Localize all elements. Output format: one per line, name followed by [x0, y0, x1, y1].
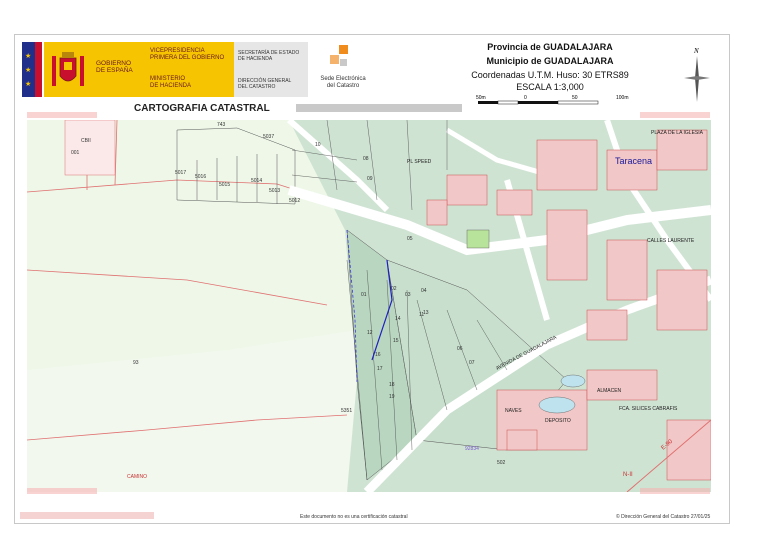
- municipio-title: Municipio de GUADALAJARA: [486, 56, 614, 66]
- footer-disclaimer: Este documento no es una certificación c…: [300, 514, 408, 520]
- redacted-reference: [296, 104, 462, 112]
- gobierno-label: GOBIERNO DE ESPAÑA: [96, 60, 133, 74]
- place-label: PLAZA DE LA IGLESIA: [651, 130, 704, 136]
- scale-label: ESCALA 1:3,000: [516, 82, 584, 92]
- svg-text:★: ★: [25, 52, 31, 60]
- parcel-label: 5013: [269, 188, 280, 194]
- redacted-mark: [640, 488, 710, 494]
- place-label: N-II: [623, 472, 633, 478]
- parcel-label: 5012: [289, 198, 300, 204]
- parcel-label: 04: [421, 288, 427, 294]
- parcel-label: 08: [363, 156, 369, 162]
- scale-tick-label: 100m: [616, 95, 629, 101]
- redacted-mark: [27, 488, 97, 494]
- parcel-label: CBII: [81, 138, 91, 144]
- parcel-label: 05: [407, 236, 413, 242]
- provincia-title: Provincia de GUADALAJARA: [487, 42, 613, 52]
- place-label: CALLES LAURENTE: [647, 238, 695, 244]
- place-label: CAMINO: [127, 474, 147, 480]
- parcel-label: 19: [389, 394, 395, 400]
- svg-text:★: ★: [25, 80, 31, 88]
- parcel-label: 001: [71, 150, 80, 156]
- scale-tick-label: 50: [572, 95, 578, 101]
- parcel-label: 06: [457, 346, 463, 352]
- parcel-label: 5351: [341, 408, 352, 414]
- parcel-label: 09: [367, 176, 373, 182]
- svg-text:★: ★: [25, 66, 31, 74]
- cadastral-map[interactable]: Taracena PLAZA DE LA IGLESIA PL SPEED CA…: [27, 120, 711, 492]
- parcel-label: 743: [217, 122, 226, 128]
- parcel-label: 502: [497, 460, 506, 466]
- north-label: N: [693, 47, 699, 55]
- redacted-footer-reference: [20, 512, 154, 519]
- parcel-label: 18: [389, 382, 395, 388]
- place-label: PL SPEED: [407, 159, 432, 165]
- scale-tick-label: 0: [524, 95, 527, 101]
- redacted-mark: [640, 112, 710, 118]
- parcel-label: 03: [405, 292, 411, 298]
- secretaria-label: SECRETARÍA DE ESTADO DE HACIENDA: [238, 50, 300, 62]
- place-label: ALMACEN: [597, 388, 622, 394]
- sede-catastro-icon: [330, 45, 348, 66]
- scale-tick-label: 50m: [476, 95, 486, 101]
- map-canvas: Taracena PLAZA DE LA IGLESIA PL SPEED CA…: [27, 120, 711, 492]
- place-label: NAVES: [505, 408, 522, 414]
- direccion-label: DIRECCIÓN GENERAL DEL CATASTRO: [238, 78, 292, 90]
- parcel-label: 16: [375, 352, 381, 358]
- place-label: DEPOSITO: [545, 418, 571, 424]
- parcel-label: 14: [395, 316, 401, 322]
- scale-bar: 50m 0 50 100m: [476, 95, 629, 105]
- parcel-label: 5017: [175, 170, 186, 176]
- parcel-label: 07: [469, 360, 475, 366]
- page-title: CARTOGRAFIA CATASTRAL: [134, 103, 270, 114]
- parcel-label: 13: [423, 310, 429, 316]
- coat-of-arms-icon: [52, 52, 84, 86]
- spain-flag-strip: ★ ★ ★: [22, 42, 42, 97]
- parcel-label: 5016: [195, 174, 206, 180]
- parcel-label: 12: [367, 330, 373, 336]
- vicepresidencia-label: VICEPRESIDENCIA PRIMERA DEL GOBIERNO: [150, 48, 225, 61]
- parcel-label: 5015: [219, 182, 230, 188]
- parcel-label: 10: [315, 142, 321, 148]
- redacted-mark: [27, 112, 97, 118]
- parcel-label: 01: [361, 292, 367, 298]
- place-label: Taracena: [615, 156, 652, 166]
- parcel-label: 02: [391, 286, 397, 292]
- parcel-label: 5014: [251, 178, 262, 184]
- sede-label: Sede Electrónica del Catastro: [320, 76, 366, 89]
- coordinates-label: Coordenadas U.T.M. Huso: 30 ETRS89: [471, 70, 629, 80]
- place-label: FCA. SILICES CABRAFIS: [619, 406, 678, 412]
- parcel-label: 15: [393, 338, 399, 344]
- parcel-label: 92834: [465, 446, 479, 452]
- ministerio-label: MINISTERIO DE HACIENDA: [150, 76, 192, 89]
- north-arrow-icon: N: [684, 47, 710, 102]
- parcel-label: 5037: [263, 134, 274, 140]
- parcel-label: 93: [133, 360, 139, 366]
- parcel-label: 17: [377, 366, 383, 372]
- footer-copyright: © Dirección General del Catastro 27/01/2…: [616, 514, 711, 520]
